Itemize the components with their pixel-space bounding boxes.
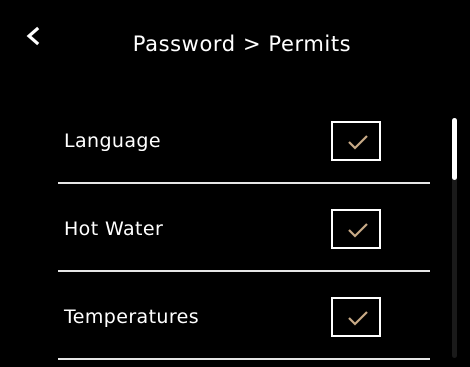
- permit-row-temperatures[interactable]: Temperatures: [58, 272, 430, 360]
- language-checkbox[interactable]: [331, 121, 381, 161]
- checkmark-icon: [348, 223, 368, 238]
- scrollbar-thumb[interactable]: [452, 118, 457, 180]
- permits-screen: Password > Permits Language Hot Water Te…: [0, 0, 470, 367]
- temperatures-checkbox[interactable]: [331, 297, 381, 337]
- permit-row-hot-water[interactable]: Hot Water: [58, 184, 430, 272]
- hot-water-checkbox[interactable]: [331, 209, 381, 249]
- scrollbar[interactable]: [452, 118, 457, 358]
- checkmark-icon: [348, 135, 368, 150]
- permit-label: Language: [64, 130, 161, 152]
- permits-list: Language Hot Water Temperatures: [58, 96, 430, 360]
- page-title: Password > Permits: [132, 32, 352, 56]
- permit-row-language[interactable]: Language: [58, 96, 430, 184]
- permit-label: Hot Water: [64, 218, 164, 240]
- row-divider: [58, 358, 430, 360]
- permit-label: Temperatures: [64, 306, 200, 328]
- checkmark-icon: [348, 311, 368, 326]
